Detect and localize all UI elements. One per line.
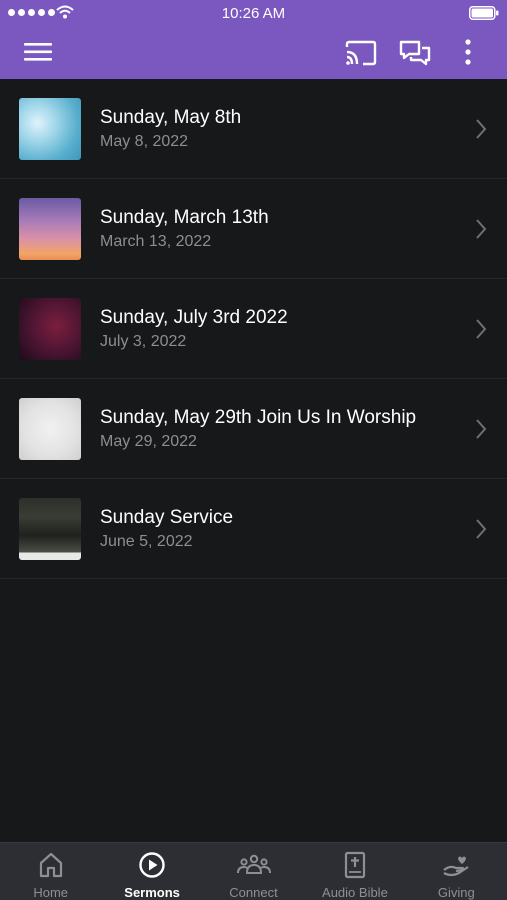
tab-home-label: Home xyxy=(33,885,69,900)
tab-audio-bible[interactable]: Audio Bible xyxy=(304,843,405,900)
tab-audio-bible-label: Audio Bible xyxy=(322,885,388,900)
giving-hand-icon xyxy=(443,856,469,877)
chevron-right-icon xyxy=(476,119,487,139)
tab-sermons[interactable]: Sermons xyxy=(101,843,202,900)
status-bar: 10:26 AM xyxy=(0,0,507,26)
more-vertical-icon[interactable] xyxy=(458,38,478,68)
tab-connect[interactable]: Connect xyxy=(203,843,304,900)
sermon-thumbnail xyxy=(19,498,81,560)
battery-icon xyxy=(469,6,499,20)
home-icon xyxy=(39,852,62,878)
status-time: 10:26 AM xyxy=(221,5,286,22)
bible-icon xyxy=(344,851,366,879)
tab-connect-label: Connect xyxy=(229,885,278,900)
sermon-list-item[interactable]: Sunday, May 29th Join Us In Worship May … xyxy=(0,379,507,479)
sermon-list-item[interactable]: Sunday, March 13th March 13, 2022 xyxy=(0,179,507,279)
chevron-right-icon xyxy=(476,219,487,239)
sermon-thumbnail xyxy=(19,198,81,260)
sermon-date: June 5, 2022 xyxy=(100,533,193,550)
people-icon xyxy=(236,854,271,874)
top-header: 10:26 AM xyxy=(0,0,507,79)
play-circle-icon xyxy=(139,852,165,878)
bottom-tab-bar: Home Sermons Connect Audio Bible Giving xyxy=(0,842,507,900)
sermon-thumbnail xyxy=(19,98,81,160)
sermon-thumbnail xyxy=(19,398,81,460)
sermon-list-item[interactable]: Sunday, July 3rd 2022 July 3, 2022 xyxy=(0,279,507,379)
sermon-title: Sunday, May 29th Join Us In Worship xyxy=(100,407,417,428)
sermon-title: Sunday, March 13th xyxy=(100,207,269,228)
sermon-list-item[interactable]: Sunday, May 8th May 8, 2022 xyxy=(0,79,507,179)
sermon-thumbnail xyxy=(19,298,81,360)
sermon-date: May 29, 2022 xyxy=(100,433,197,450)
sermon-list: Sunday, May 8th May 8, 2022 Sunday, Marc… xyxy=(0,79,507,579)
sermon-date: May 8, 2022 xyxy=(100,133,189,150)
app-bar xyxy=(0,26,507,79)
tab-giving[interactable]: Giving xyxy=(406,843,507,900)
tab-sermons-label: Sermons xyxy=(124,885,180,900)
sermon-title: Sunday, May 8th xyxy=(100,107,242,128)
sermon-date: July 3, 2022 xyxy=(100,333,187,350)
sermon-date: March 13, 2022 xyxy=(100,233,212,250)
cast-icon[interactable] xyxy=(344,38,378,68)
chevron-right-icon xyxy=(476,319,487,339)
chevron-right-icon xyxy=(476,519,487,539)
tab-home[interactable]: Home xyxy=(0,843,101,900)
sermon-list-item[interactable]: Sunday Service June 5, 2022 xyxy=(0,479,507,579)
chat-icon[interactable] xyxy=(398,38,432,68)
hamburger-menu-icon[interactable] xyxy=(22,38,56,66)
tab-giving-label: Giving xyxy=(437,885,475,900)
sermon-title: Sunday, July 3rd 2022 xyxy=(100,307,288,328)
sermon-title: Sunday Service xyxy=(100,507,234,528)
chevron-right-icon xyxy=(476,419,487,439)
